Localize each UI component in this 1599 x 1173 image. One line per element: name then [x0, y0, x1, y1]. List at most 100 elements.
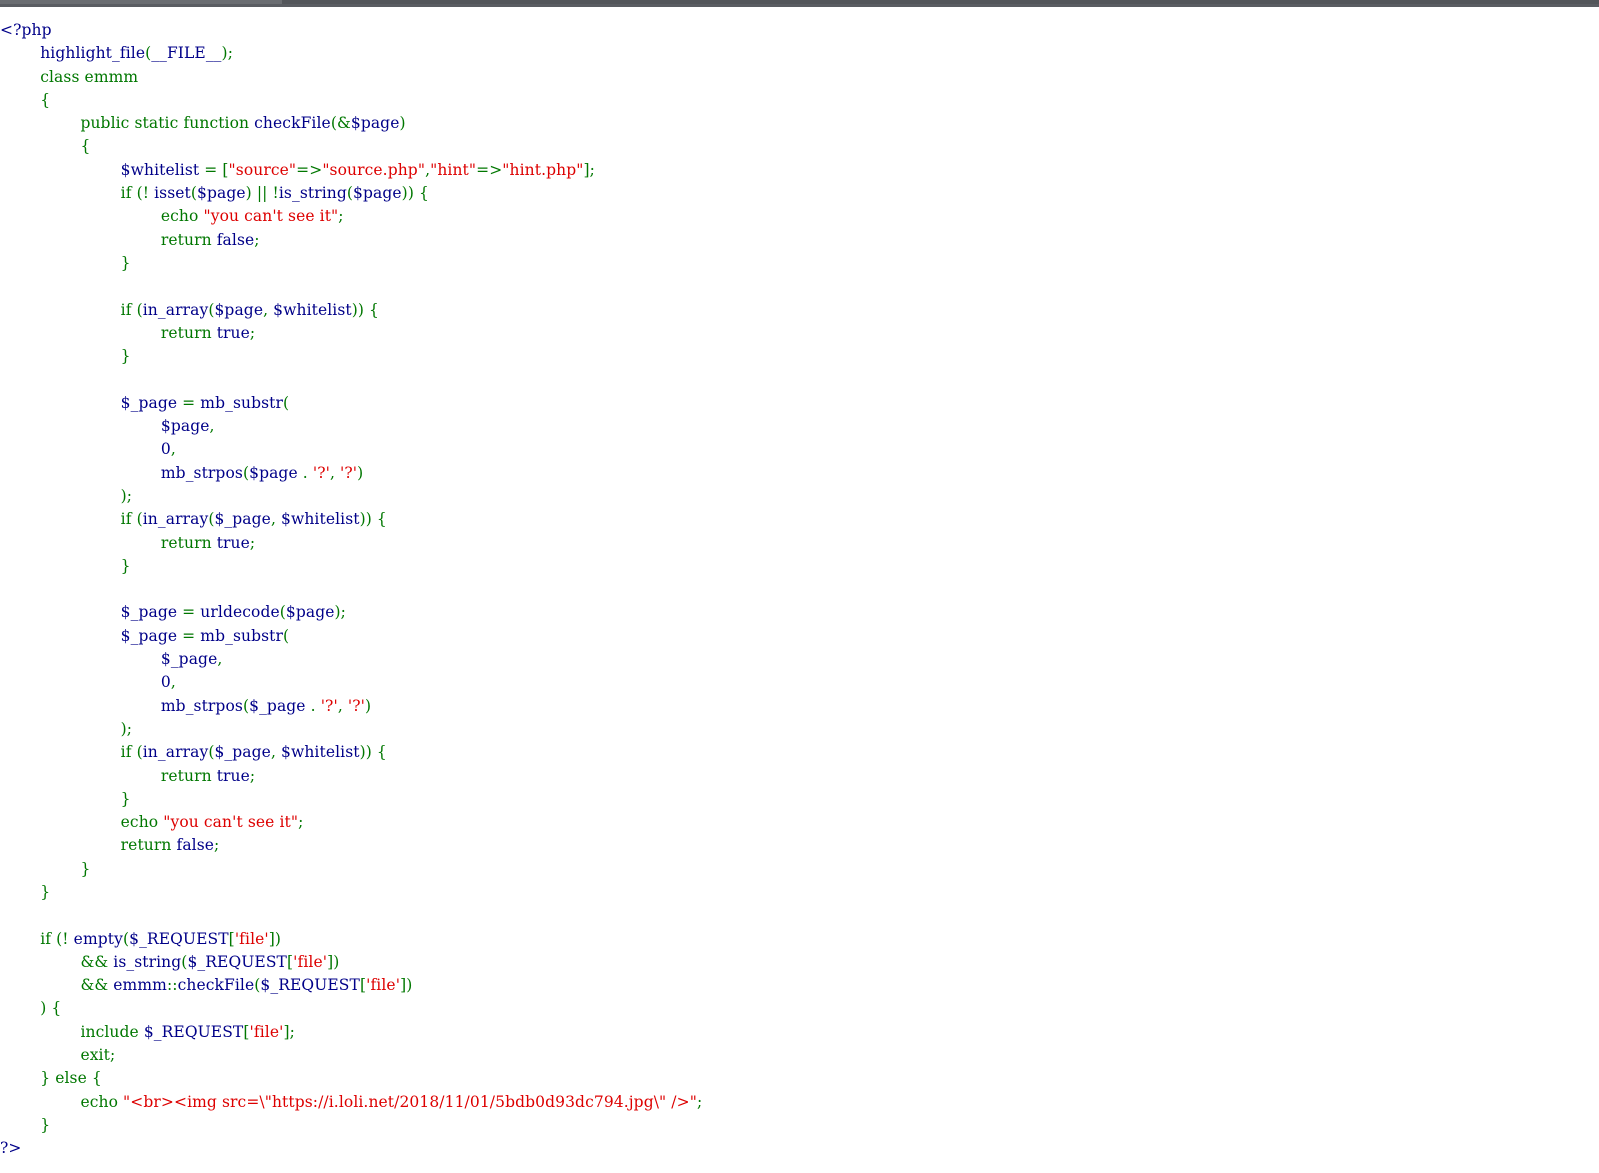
code-token-default: true — [216, 323, 250, 342]
code-token-keyword: } — [120, 253, 131, 272]
code-token-keyword: )) { — [401, 184, 429, 203]
code-token-keyword: ( — [131, 300, 143, 319]
code-token-string: '?' — [312, 463, 330, 482]
code-token-default: $_REQUEST — [129, 929, 229, 948]
code-line: exit; — [0, 1044, 1599, 1067]
code-token-keyword: if — [120, 184, 132, 203]
code-token-default: is_string — [113, 952, 182, 971]
code-token-html — [0, 440, 161, 458]
code-token-html — [0, 394, 121, 412]
code-token-default: $_page — [120, 603, 178, 622]
code-line: } — [0, 788, 1599, 811]
code-line: if (! isset($page) || !is_string($page))… — [0, 182, 1599, 205]
code-token-html — [0, 417, 161, 435]
code-token-html — [0, 1116, 40, 1134]
php-source-code: <?php highlight_file(__FILE__); class em… — [0, 7, 1599, 1161]
code-token-keyword: ; — [249, 766, 256, 785]
code-token-default: 0 — [160, 440, 171, 459]
code-token-html — [0, 44, 40, 62]
code-token-keyword: ); — [120, 486, 133, 505]
code-token-string: "<br><img src=\"https://i.loli.net/2018/… — [123, 1092, 697, 1111]
code-token-keyword: , — [209, 417, 215, 436]
code-token-default: $page — [160, 417, 210, 436]
code-token-string: '?' — [340, 463, 358, 482]
code-token-keyword: ; — [298, 813, 304, 832]
code-token-keyword: (! — [51, 929, 69, 948]
code-token-string: 'file' — [293, 952, 328, 971]
code-token-default: mb_strpos — [160, 463, 243, 482]
code-token-html — [0, 137, 80, 155]
code-token-keyword: (& — [330, 114, 351, 133]
code-token-html — [0, 697, 161, 715]
source-code-viewport: <?php highlight_file(__FILE__); class em… — [0, 7, 1599, 1161]
code-token-html — [0, 161, 121, 179]
code-token-html — [0, 767, 161, 785]
code-token-keyword: return — [160, 230, 212, 249]
code-token-keyword: ); — [334, 603, 347, 622]
code-token-keyword: => — [476, 160, 503, 179]
code-token-keyword: ); — [120, 719, 133, 738]
code-token-default: urldecode — [200, 603, 280, 622]
code-line: echo "you can't see it"; — [0, 205, 1599, 228]
code-token-html — [0, 510, 121, 528]
code-token-default: $whitelist — [120, 160, 200, 179]
code-token-default: empty — [73, 929, 123, 948]
code-token-keyword: ]; — [583, 160, 595, 179]
code-line: class emmm — [0, 66, 1599, 89]
code-token-default: $_page — [214, 510, 271, 529]
code-token-default: $_REQUEST — [187, 952, 287, 971]
code-token-html — [0, 883, 40, 901]
code-token-default: $whitelist — [281, 743, 360, 762]
code-token-default: mb_strpos — [160, 696, 243, 715]
code-token-keyword: } — [120, 789, 131, 808]
code-line: && emmm::checkFile($_REQUEST['file']) — [0, 974, 1599, 997]
code-token-keyword: ; — [249, 323, 256, 342]
code-token-html — [0, 930, 40, 948]
code-line: { — [0, 135, 1599, 158]
code-token-keyword: else — [55, 1069, 87, 1088]
code-token-html — [0, 813, 121, 831]
code-token-default: $_page — [249, 696, 306, 715]
code-line: public static function checkFile(&$page) — [0, 112, 1599, 135]
code-token-string: "you can't see it" — [203, 207, 339, 226]
code-token-html — [0, 1069, 40, 1087]
code-token-keyword: = — [177, 603, 201, 622]
code-token-keyword: if — [120, 300, 132, 319]
code-token-html — [0, 743, 121, 761]
code-token-keyword: class — [40, 67, 80, 86]
code-token-default: <?php — [0, 21, 52, 39]
code-token-keyword: ) — [357, 463, 364, 482]
code-token-default: ?> — [0, 1139, 22, 1158]
code-token-default: mb_substr — [200, 626, 284, 645]
code-line: echo "<br><img src=\"https://i.loli.net/… — [0, 1091, 1599, 1114]
code-line: $page, — [0, 415, 1599, 438]
code-token-keyword: ; — [249, 533, 256, 552]
code-token-keyword: echo — [120, 813, 159, 832]
code-token-keyword: , — [170, 440, 176, 459]
code-token-keyword: return — [120, 836, 172, 855]
code-line: $_page = urldecode($page); — [0, 601, 1599, 624]
code-token-default: true — [216, 766, 250, 785]
code-token-default: mb_substr — [200, 393, 284, 412]
code-line: include $_REQUEST['file']; — [0, 1021, 1599, 1044]
code-token-default: $page — [285, 603, 335, 622]
code-token-html — [0, 1093, 80, 1111]
code-token-html — [0, 347, 121, 365]
code-token-keyword: include — [80, 1022, 139, 1041]
code-token-string: 'file' — [234, 929, 269, 948]
code-token-default: highlight_file — [40, 44, 146, 63]
code-token-keyword: { — [86, 1069, 102, 1088]
code-token-html — [0, 1023, 80, 1041]
code-line: ) { — [0, 997, 1599, 1020]
code-token-keyword: . — [305, 696, 321, 715]
code-token-html — [0, 999, 40, 1017]
code-line: if (in_array($_page, $whitelist)) { — [0, 741, 1599, 764]
code-token-string: '?' — [320, 696, 338, 715]
code-line: } else { — [0, 1067, 1599, 1090]
code-token-default: checkFile — [254, 114, 331, 133]
code-line: if (! empty($_REQUEST['file']) — [0, 928, 1599, 951]
code-token-keyword: ) — [399, 114, 406, 133]
code-line: $whitelist = ["source"=>"source.php","hi… — [0, 159, 1599, 182]
code-line: mb_strpos($page . '?', '?') — [0, 462, 1599, 485]
